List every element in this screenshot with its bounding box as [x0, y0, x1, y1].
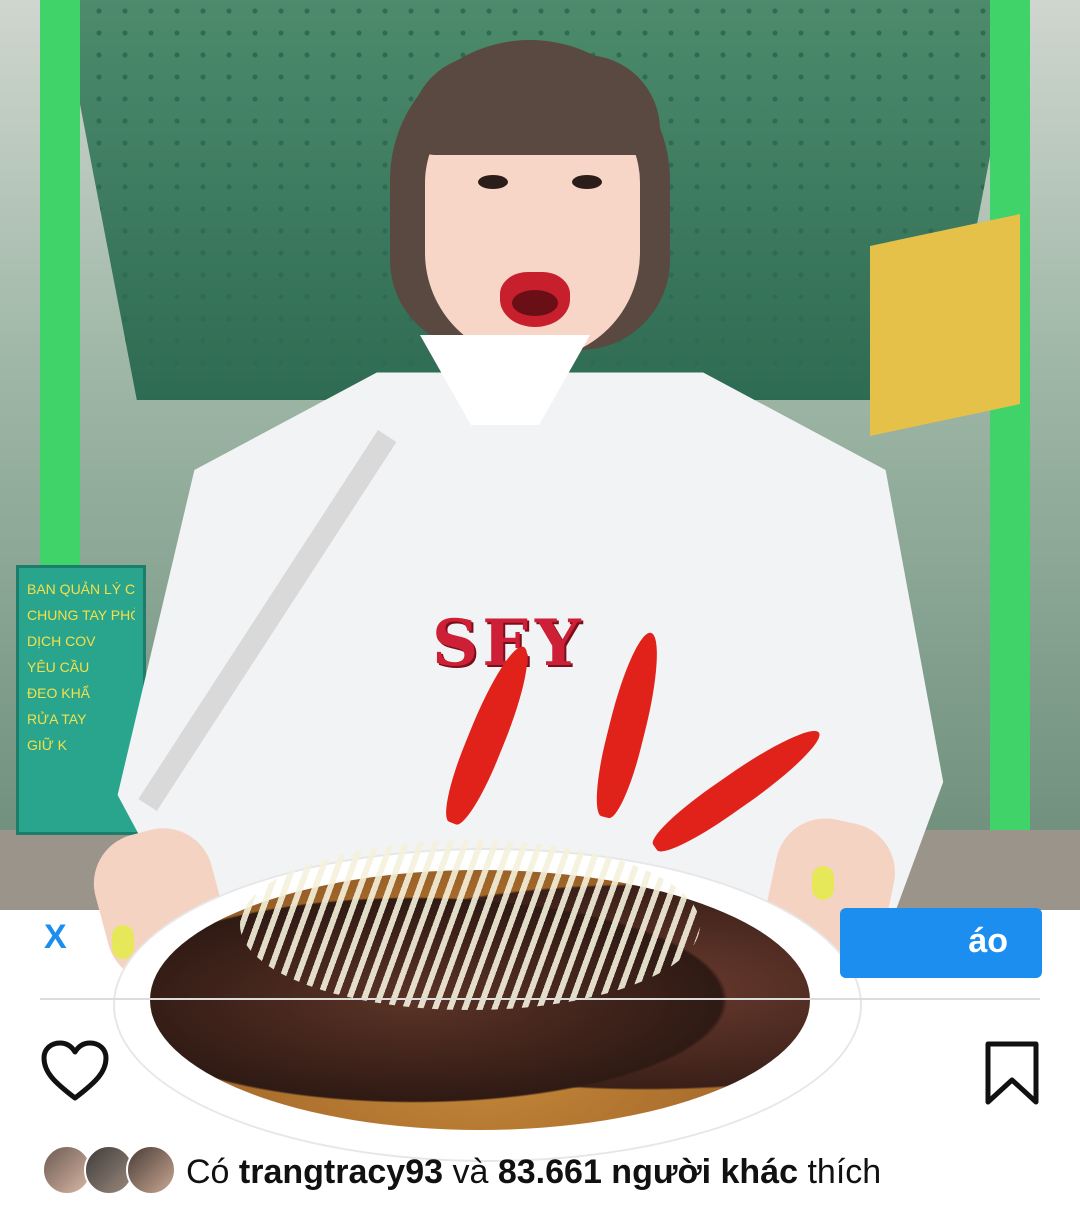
likes-summary[interactable]: Có trangtracy93 và 83.661 người khác thí…: [42, 1144, 881, 1200]
mouth: [500, 272, 570, 327]
heart-icon[interactable]: [40, 1040, 110, 1102]
follow-button-label: áo: [968, 922, 1008, 960]
right-eye: [572, 175, 602, 189]
likes-prefix: Có: [186, 1152, 230, 1191]
likes-suffix: thích: [807, 1152, 882, 1191]
liker-username-link[interactable]: trangtracy93: [239, 1153, 443, 1192]
liker-avatars[interactable]: [42, 1145, 176, 1199]
post-photo: BAN QUẢN LÝ CHỢ CHUNG TAY PHÒNG DỊCH COV…: [0, 0, 1080, 1217]
left-nail: [112, 925, 134, 959]
follow-button[interactable]: áo: [840, 908, 1042, 978]
avatar: [126, 1145, 176, 1195]
bangs: [410, 55, 660, 155]
left-eye: [478, 175, 508, 189]
post-cta-text[interactable]: X: [44, 918, 67, 957]
bookmark-icon[interactable]: [982, 1040, 1042, 1106]
likes-connector: và: [452, 1152, 489, 1191]
likes-count-link[interactable]: 83.661 người khác: [498, 1153, 798, 1192]
divider: [40, 998, 1040, 1000]
right-nail: [812, 866, 834, 900]
papaya-shreds: [240, 840, 700, 1010]
